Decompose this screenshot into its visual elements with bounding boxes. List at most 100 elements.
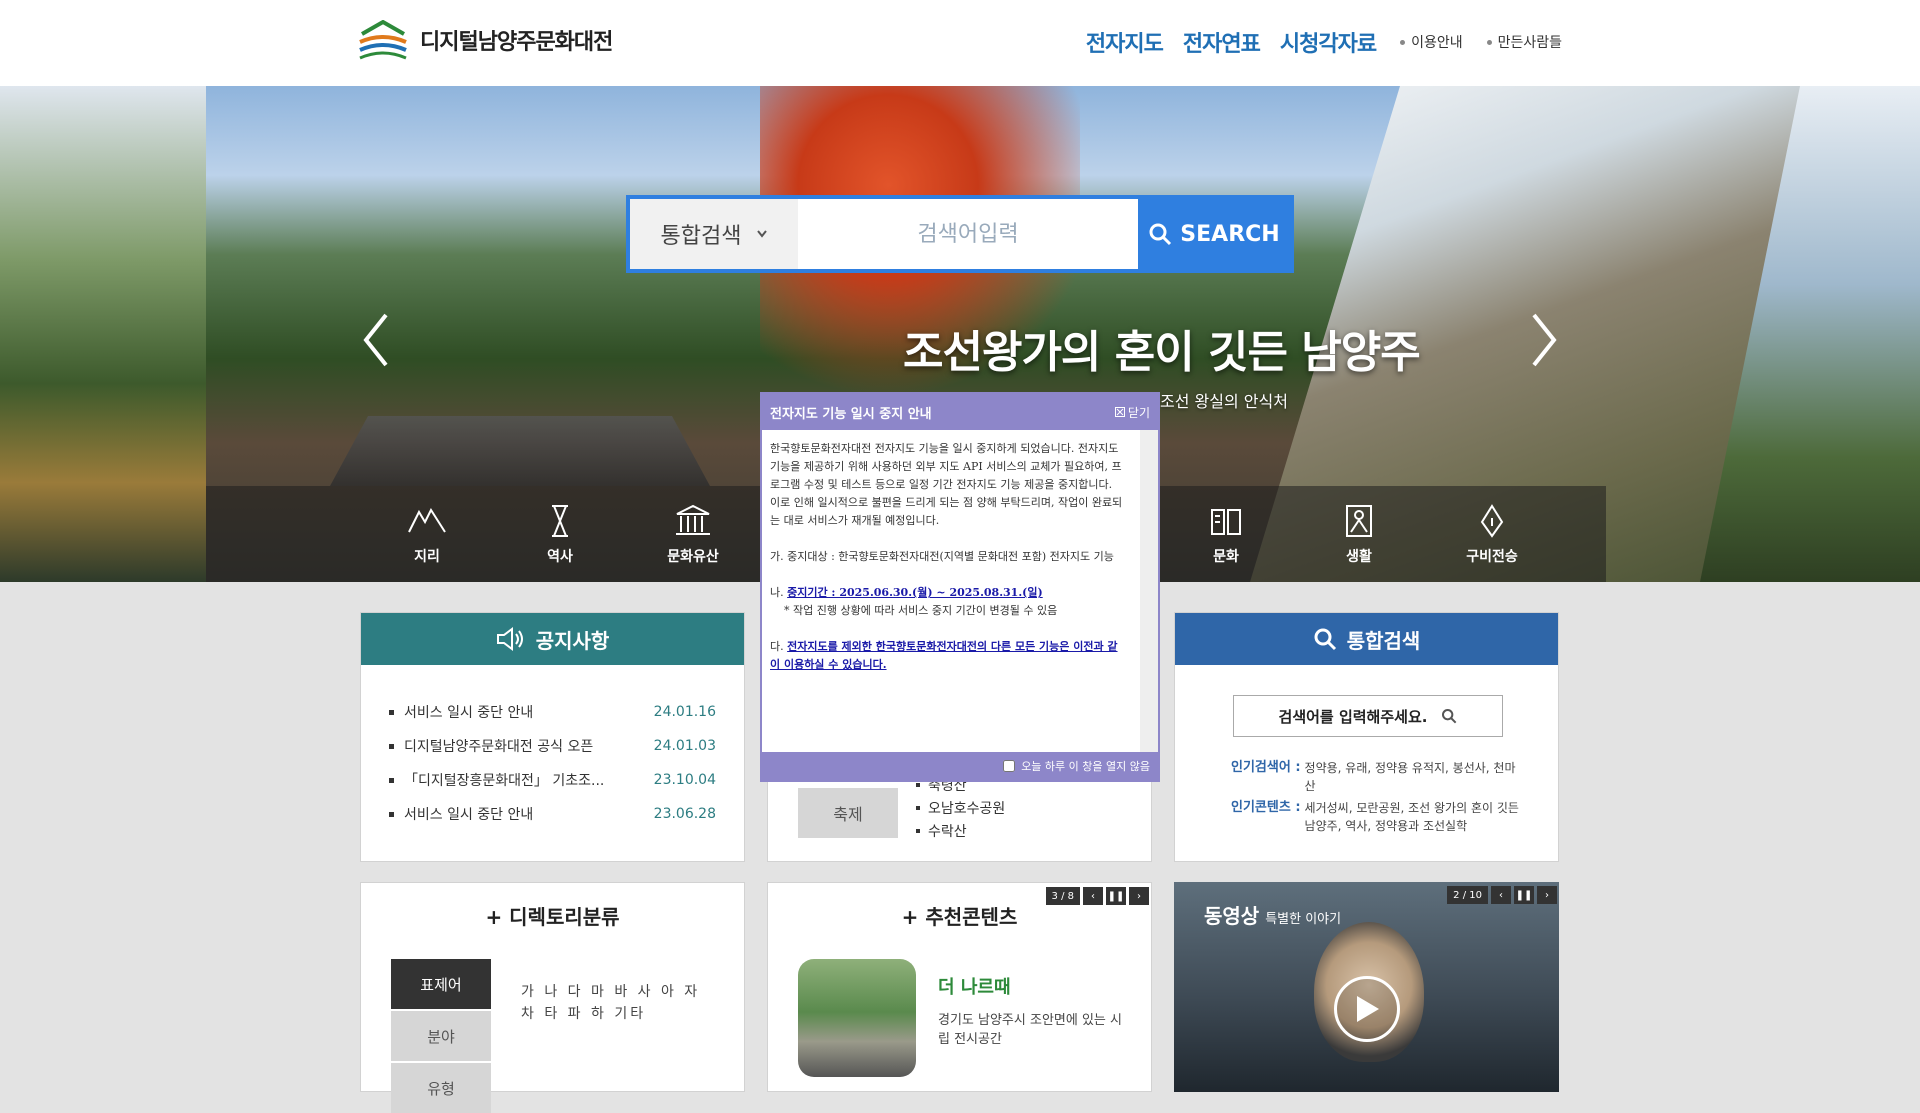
dont-show-today-label[interactable]: 오늘 하루 이 창을 열지 않음: [1021, 758, 1150, 774]
speaker-icon: [496, 627, 523, 651]
category-label: 생활: [1346, 549, 1372, 565]
directory-index-letters[interactable]: 가 나 다 마 바 사 아 자 차 타 파 하 기타: [521, 981, 721, 1025]
popup-item-na-note: * 작업 진행 상황에 따라 서비스 중지 기간이 변경될 수 있음: [784, 604, 1058, 617]
popup-header: 전자지도 기능 일시 중지 안내 닫기: [762, 394, 1158, 430]
notice-item-date: 24.01.16: [653, 704, 716, 720]
recommend-name[interactable]: 더 나르때: [938, 973, 1011, 999]
recommend-title: + 추천콘텐츠: [901, 905, 1018, 929]
search-type-select[interactable]: 통합검색: [630, 199, 798, 269]
dont-show-today-checkbox[interactable]: [1003, 760, 1016, 772]
category-label: 역사: [547, 549, 573, 565]
play-triangle-icon: [1357, 996, 1379, 1022]
pause-icon[interactable]: ❚❚: [1514, 886, 1534, 904]
category-label: 문화유산: [667, 549, 719, 565]
nav-electronic-chronology[interactable]: 전자연표: [1183, 26, 1261, 58]
popup-paragraph: 한국향토문화전자대전 전자지도 기능을 일시 중지하게 되었습니다. 전자지도 …: [770, 440, 1126, 530]
category-label: 지리: [414, 549, 440, 565]
notice-item-title: 디지털남양주문화대전 공식 오픈: [389, 736, 593, 756]
search-icon: [1149, 223, 1172, 246]
hero-title: 조선왕가의 혼이 깃든 남양주: [903, 327, 1421, 378]
nav-audiovisual[interactable]: 시청각자료: [1280, 26, 1377, 58]
list-item[interactable]: 「디지털장흥문화대전」 기초조... 23.10.04: [389, 763, 716, 797]
slide-next-icon[interactable]: [1524, 310, 1564, 370]
notice-header: 공지사항: [361, 613, 744, 665]
search-icon: [1314, 628, 1336, 651]
category-oral-tradition[interactable]: 구비전승: [1452, 504, 1532, 566]
book-icon: [1211, 509, 1241, 535]
tab-field[interactable]: 분야: [391, 1011, 491, 1061]
popular-keywords: 인기검색어 : 정약용, 유래, 정약용 유적지, 봉선사, 천마산: [1231, 759, 1521, 795]
tab-type[interactable]: 유형: [391, 1063, 491, 1113]
play-icon[interactable]: [1334, 976, 1400, 1042]
total-search-input[interactable]: 검색어를 입력해주세요.: [1233, 695, 1503, 737]
popup-close-button[interactable]: 닫기: [1114, 404, 1150, 421]
festival-tag[interactable]: 축제: [798, 788, 898, 838]
search-icon[interactable]: [1441, 708, 1457, 724]
video-panel: 동영상 특별한 이야기 2 / 10 ‹ ❚❚ ›: [1174, 882, 1559, 1092]
chevron-right-icon[interactable]: ›: [1537, 886, 1557, 904]
notice-item-date: 24.01.03: [653, 738, 716, 754]
video-page-indicator: 2 / 10: [1447, 886, 1488, 904]
notice-title: 공지사항: [535, 628, 610, 653]
chevron-left-icon[interactable]: ‹: [1491, 886, 1511, 904]
search-button-label: SEARCH: [1180, 221, 1280, 247]
search-button[interactable]: SEARCH: [1138, 199, 1290, 269]
video-title-text: 동영상: [1204, 904, 1260, 928]
popup-body: 한국향토문화전자대전 전자지도 기능을 일시 중지하게 되었습니다. 전자지도 …: [762, 430, 1158, 752]
nav-usage-guide[interactable]: 이용안내: [1400, 32, 1463, 52]
recommend-controls: 3 / 8 ‹ ❚❚ ›: [1045, 887, 1149, 905]
chevron-right-icon[interactable]: ›: [1129, 887, 1149, 905]
nav-credits[interactable]: 만든사람들: [1487, 32, 1562, 52]
popular-keywords-label: 인기검색어 :: [1231, 760, 1301, 775]
list-item[interactable]: 서비스 일시 중단 안내 23.06.28: [389, 797, 716, 831]
category-history[interactable]: 역사: [520, 504, 600, 566]
notice-item-title: 서비스 일시 중단 안내: [389, 804, 533, 824]
popup-footer: 오늘 하루 이 창을 열지 않음: [762, 752, 1158, 780]
video-title: 동영상 특별한 이야기: [1204, 900, 1341, 929]
list-item[interactable]: 디지털남양주문화대전 공식 오픈 24.01.03: [389, 729, 716, 763]
video-subtitle: 특별한 이야기: [1265, 912, 1342, 927]
site-title: 디지털남양주문화대전: [420, 30, 613, 55]
category-label: 구비전승: [1466, 549, 1518, 565]
list-item[interactable]: 오남호수공원: [916, 796, 1005, 819]
category-culture[interactable]: 문화: [1186, 504, 1266, 566]
popup-para2: 이로 인해 일시적으로 불편을 드리게 되는 점 양해 부탁드리며, 작업이 완…: [770, 496, 1123, 527]
directory-title: + 디렉토리분류: [485, 905, 620, 929]
category-heritage[interactable]: 문화유산: [653, 504, 733, 566]
notice-panel: 공지사항 서비스 일시 중단 안내 24.01.16 디지털남양주문화대전 공식 …: [360, 612, 745, 862]
popup-item-na-prefix: 나.: [770, 586, 784, 599]
hero-search: 통합검색 SEARCH: [626, 195, 1294, 273]
category-geography[interactable]: 지리: [387, 504, 467, 566]
tab-headword[interactable]: 표제어: [391, 959, 491, 1009]
pause-icon[interactable]: ❚❚: [1106, 887, 1126, 905]
search-input[interactable]: [798, 199, 1138, 269]
video-controls: 2 / 10 ‹ ❚❚ ›: [1447, 886, 1557, 904]
total-search-title: 통합검색: [1346, 628, 1421, 653]
total-search-header: 통합검색: [1175, 613, 1558, 665]
category-life[interactable]: 생활: [1319, 504, 1399, 566]
chevron-left-icon[interactable]: ‹: [1083, 887, 1103, 905]
recommend-thumbnail[interactable]: [798, 959, 916, 1077]
slide-prev-icon[interactable]: [356, 310, 396, 370]
hourglass-icon: [552, 505, 568, 537]
hero-image-left: [0, 86, 206, 582]
notice-item-title: 서비스 일시 중단 안내: [389, 702, 533, 722]
mountain-icon: [408, 507, 446, 533]
popular-keywords-list[interactable]: 정약용, 유래, 정약용 유적지, 봉선사, 천마산: [1305, 759, 1521, 795]
list-item[interactable]: 수락산: [916, 819, 1005, 842]
total-search-placeholder: 검색어를 입력해주세요.: [1278, 707, 1428, 726]
recommend-page-indicator: 3 / 8: [1045, 887, 1080, 905]
popup-item-da-text: 전자지도를 제외한 한국향토문화전자대전의 다른 모든 기능은 이전과 같이 이…: [770, 640, 1118, 671]
popular-contents-list[interactable]: 세거성씨, 모란공원, 조선 왕가의 혼이 깃든 남양주, 역사, 정약용과 조…: [1305, 799, 1521, 835]
nav-electronic-map[interactable]: 전자지도: [1086, 26, 1164, 58]
close-icon: [1114, 407, 1125, 417]
site-logo[interactable]: 디지털남양주문화대전: [358, 20, 613, 60]
list-item[interactable]: 서비스 일시 중단 안내 24.01.16: [389, 695, 716, 729]
notice-list: 서비스 일시 중단 안내 24.01.16 디지털남양주문화대전 공식 오픈 24.…: [361, 665, 744, 831]
chevron-down-icon: [757, 230, 768, 238]
popular-contents-label: 인기콘텐츠 :: [1231, 800, 1301, 815]
hero-roof: [330, 416, 710, 486]
temple-icon: [676, 504, 710, 535]
recommend-panel: + 추천콘텐츠 3 / 8 ‹ ❚❚ › 더 나르때 경기도 남양주시 조안면에…: [767, 882, 1152, 1092]
site-header: 디지털남양주문화대전 전자지도 전자연표 시청각자료 이용안내 만든사람들: [0, 0, 1920, 86]
